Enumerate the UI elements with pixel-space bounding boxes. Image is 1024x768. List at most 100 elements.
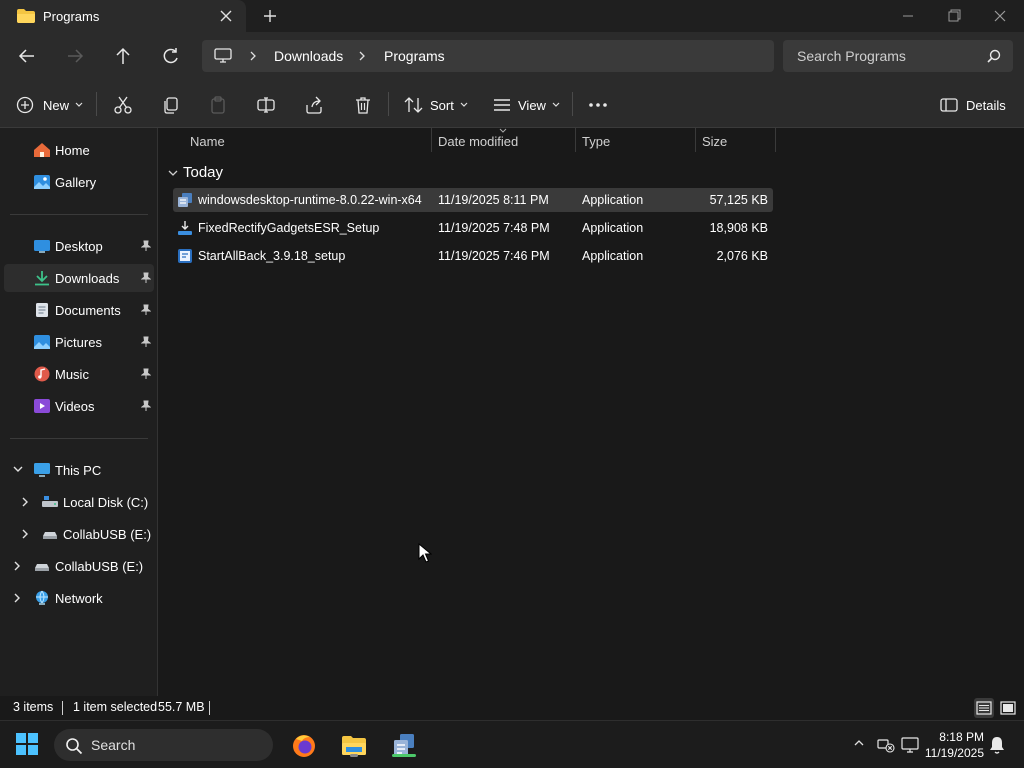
sidebar-item-pictures[interactable]: Pictures	[4, 328, 154, 356]
active-indicator	[392, 754, 416, 757]
details-button[interactable]: Details	[940, 94, 1006, 116]
sidebar-item-desktop[interactable]: Desktop	[4, 232, 154, 260]
rename-button[interactable]	[256, 94, 276, 116]
search-icon[interactable]	[987, 49, 1001, 63]
file-list-pane: Name Date modified Type Size Today windo…	[159, 128, 1024, 696]
delete-button[interactable]	[353, 94, 373, 116]
file-explorer-icon[interactable]	[338, 729, 370, 761]
tab-programs[interactable]: Programs	[0, 0, 246, 32]
file-type: Application	[582, 221, 644, 235]
notification-bell-icon[interactable]	[988, 735, 1006, 755]
back-arrow-icon[interactable]	[16, 46, 38, 66]
file-name: StartAllBack_3.9.18_setup	[198, 249, 346, 263]
installer-app-icon[interactable]	[388, 729, 420, 761]
restore-icon[interactable]	[944, 8, 964, 24]
clock-time: 8:18 PM	[939, 730, 984, 744]
sidebar-item-videos[interactable]: Videos	[4, 392, 154, 420]
close-window-icon[interactable]	[990, 8, 1010, 24]
column-header-type[interactable]: Type	[582, 134, 610, 149]
forward-arrow-icon[interactable]	[64, 46, 86, 66]
sidebar-item-network[interactable]: Network	[4, 584, 154, 612]
sidebar-item-collabusb-e[interactable]: CollabUSB (E:)	[4, 520, 154, 548]
breadcrumb-downloads[interactable]: Downloads	[274, 48, 343, 64]
copy-button[interactable]	[161, 94, 181, 116]
chevron-up-icon[interactable]	[852, 737, 866, 749]
more-icon	[589, 103, 607, 107]
table-row[interactable]: FixedRectifyGadgetsESR_Setup 11/19/2025 …	[173, 216, 773, 240]
file-name: windowsdesktop-runtime-8.0.22-win-x64	[198, 193, 422, 207]
sidebar-item-documents[interactable]: Documents	[4, 296, 154, 324]
windows-start-icon[interactable]	[16, 733, 38, 755]
sidebar-item-downloads[interactable]: Downloads	[4, 264, 154, 292]
file-date: 11/19/2025 7:46 PM	[438, 249, 550, 263]
chevron-right-icon[interactable]	[12, 592, 22, 604]
address-field[interactable]: Downloads Programs	[202, 40, 774, 72]
taskbar-clock[interactable]: 8:18 PM 11/19/2025	[918, 729, 984, 761]
taskbar-search-box[interactable]: Search	[54, 729, 273, 761]
file-type: Application	[582, 249, 644, 263]
file-type: Application	[582, 193, 644, 207]
sidebar-item-local-disk-c[interactable]: Local Disk (C:)	[4, 488, 154, 516]
view-button[interactable]: View	[492, 94, 560, 116]
usb-drive-icon	[41, 526, 59, 542]
column-header-size[interactable]: Size	[702, 134, 727, 149]
videos-icon	[33, 398, 51, 414]
sidebar-item-label: Documents	[55, 303, 121, 318]
music-icon	[33, 366, 51, 382]
column-divider[interactable]	[775, 128, 776, 152]
details-view-icon[interactable]	[974, 698, 994, 718]
more-options-button[interactable]	[588, 94, 608, 116]
column-divider[interactable]	[575, 128, 576, 152]
chevron-right-icon[interactable]	[20, 528, 30, 540]
sidebar-item-label: CollabUSB (E:)	[63, 527, 152, 542]
sort-button[interactable]: Sort	[404, 94, 468, 116]
table-row[interactable]: StartAllBack_3.9.18_setup 11/19/2025 7:4…	[173, 244, 773, 268]
column-divider[interactable]	[695, 128, 696, 152]
refresh-icon[interactable]	[160, 46, 182, 66]
chevron-right-icon[interactable]	[357, 50, 367, 62]
status-bar: 3 items 1 item selected 55.7 MB	[0, 696, 1024, 720]
firefox-icon[interactable]	[288, 729, 320, 761]
pin-icon	[141, 304, 151, 316]
chevron-right-icon[interactable]	[248, 50, 258, 62]
sidebar-item-label: This PC	[55, 463, 102, 478]
sidebar-item-this-pc[interactable]: This PC	[4, 456, 154, 484]
column-header-date-modified[interactable]: Date modified	[438, 134, 518, 149]
sidebar-item-label: Local Disk (C:)	[63, 495, 149, 510]
cut-button[interactable]	[113, 94, 133, 116]
group-header-today[interactable]: Today	[167, 164, 223, 181]
chevron-right-icon[interactable]	[12, 560, 22, 572]
column-divider[interactable]	[431, 128, 432, 152]
column-header-name[interactable]: Name	[190, 134, 225, 149]
minimize-icon[interactable]	[898, 8, 918, 24]
sidebar-item-label: Videos	[55, 399, 95, 414]
network-disconnected-icon[interactable]	[876, 735, 896, 755]
paste-button[interactable]	[208, 94, 228, 116]
chevron-right-icon[interactable]	[20, 496, 30, 508]
monitor-icon[interactable]	[214, 48, 232, 64]
desktop-icon	[33, 238, 51, 254]
new-button[interactable]: New	[16, 94, 83, 116]
display-icon[interactable]	[900, 735, 920, 755]
file-name: FixedRectifyGadgetsESR_Setup	[198, 221, 380, 235]
tiles-view-icon[interactable]	[998, 698, 1018, 718]
file-date: 11/19/2025 7:48 PM	[438, 221, 550, 235]
sidebar-item-music[interactable]: Music	[4, 360, 154, 388]
table-row[interactable]: windowsdesktop-runtime-8.0.22-win-x64 11…	[173, 188, 773, 212]
application-icon	[177, 248, 193, 264]
search-input[interactable]: Search Programs	[783, 40, 1013, 72]
up-arrow-icon[interactable]	[112, 46, 134, 66]
new-tab-icon[interactable]	[262, 8, 278, 24]
chevron-down-icon[interactable]	[12, 464, 24, 474]
file-size: 57,125 KB	[709, 193, 768, 207]
sidebar-item-collabusb-e[interactable]: CollabUSB (E:)	[4, 552, 154, 580]
sidebar-item-home[interactable]: Home	[4, 136, 154, 164]
sidebar-item-gallery[interactable]: Gallery	[4, 168, 154, 196]
group-label: Today	[183, 164, 224, 181]
breadcrumb-programs[interactable]: Programs	[384, 48, 445, 64]
divider	[10, 214, 148, 215]
close-tab-icon[interactable]	[218, 8, 234, 24]
share-button[interactable]	[304, 94, 324, 116]
file-size: 2,076 KB	[716, 249, 768, 263]
search-icon	[65, 737, 83, 755]
